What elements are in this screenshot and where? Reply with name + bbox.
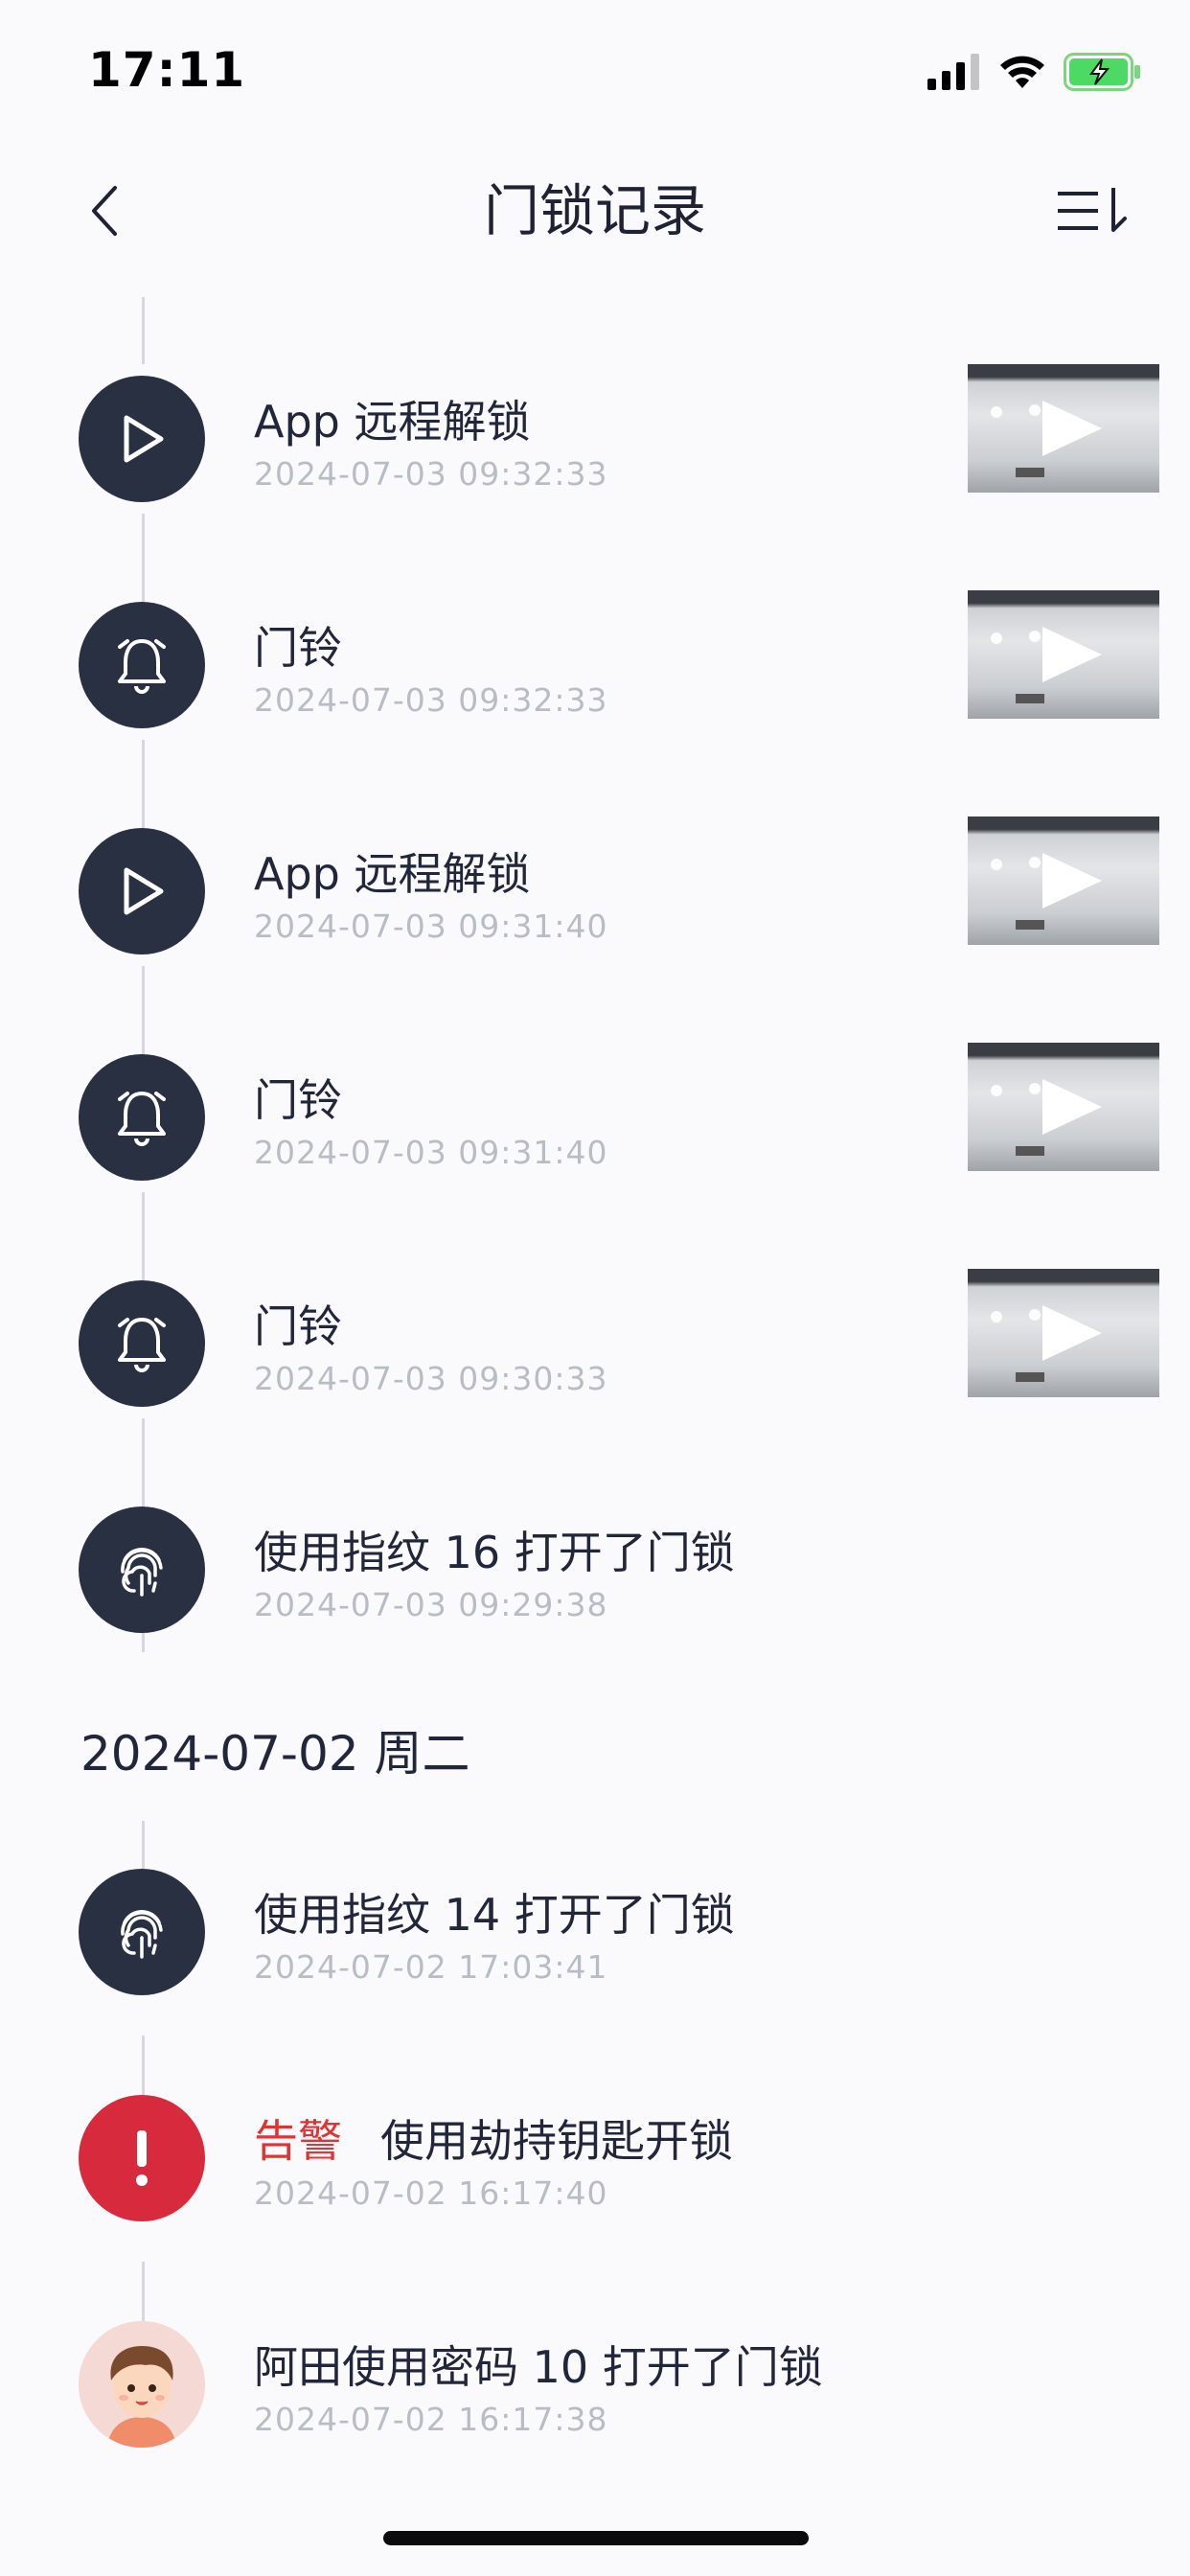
alert-label: 告警 [254,2115,342,2167]
wifi-icon [1000,56,1044,88]
record-title: 门铃 [254,1074,342,1126]
list-item[interactable]: 门铃 2024-07-03 09:32:33 [0,514,1190,740]
sort-icon [1058,188,1127,232]
record-time: 2024-07-03 09:31:40 [254,908,608,945]
alert-icon [136,2130,148,2186]
record-icon [79,2095,205,2221]
bell-icon [118,639,166,694]
page-title: 门锁记录 [483,178,706,243]
list-item[interactable]: App 远程解锁 2024-07-03 09:31:40 [0,740,1190,966]
play-overlay-icon [991,853,1102,930]
timeline-line [142,740,145,828]
record-time: 2024-07-02 16:17:40 [254,2174,608,2212]
home-indicator [383,2531,809,2545]
timeline-line [142,514,145,602]
record-title: 告警 使用劫持钥匙开锁 [254,2114,733,2168]
record-title: 门铃 [254,1300,342,1352]
list-item[interactable]: 门铃 2024-07-03 09:31:40 [0,966,1190,1192]
record-icon [79,1869,205,1995]
status-time: 17:11 [88,42,246,98]
timeline-line [142,1821,145,1869]
timeline-line [142,297,145,364]
record-title: 阿田使用密码 10 打开了门锁 [254,2341,823,2393]
list-item[interactable]: 使用指纹 16 打开了门锁 2024-07-03 09:29:38 [0,1418,1190,1652]
play-icon [124,415,164,463]
timeline-line [142,966,145,1054]
video-thumbnail[interactable] [968,364,1159,493]
record-time: 2024-07-02 17:03:41 [254,1948,608,1986]
record-icon [79,1054,205,1181]
record-icon [79,602,205,728]
list-item[interactable]: 阿田使用密码 10 打开了门锁 2024-07-02 16:17:38 [0,2273,1190,2499]
record-time: 2024-07-03 09:31:40 [254,1134,608,1171]
record-icon [79,376,205,502]
avatar-boy-icon [79,2321,205,2448]
record-icon [79,1280,205,1407]
date-header: 2024-07-02 周二 [80,1726,470,1782]
list-item[interactable]: 门铃 2024-07-03 09:30:33 [0,1192,1190,1418]
record-time: 2024-07-03 09:30:33 [254,1360,608,1397]
timeline-line [142,1633,145,1652]
signal-icon [927,54,979,90]
bell-icon [118,1092,166,1146]
play-overlay-icon [991,401,1102,477]
status-bar: 17:11 [0,0,1190,144]
play-overlay-icon [991,627,1102,703]
video-thumbnail[interactable] [968,1269,1159,1397]
record-icon [79,828,205,954]
record-time: 2024-07-03 09:29:38 [254,1586,608,1623]
timeline-line [142,1418,145,1506]
record-title: 门铃 [254,622,342,674]
sort-button[interactable] [1046,172,1142,249]
record-time: 2024-07-03 09:32:33 [254,455,608,493]
fingerprint-icon [121,1548,163,1597]
list-item[interactable]: 使用指纹 14 打开了门锁 2024-07-02 17:03:41 [0,1821,1190,2064]
record-time: 2024-07-03 09:32:33 [254,681,608,719]
nav-bar: 门锁记录 [0,144,1190,278]
record-title: App 远程解锁 [254,396,531,448]
fingerprint-icon [121,1910,163,1959]
record-title: 使用指纹 16 打开了门锁 [254,1527,735,1578]
record-icon [79,1506,205,1633]
play-overlay-icon [991,1079,1102,1156]
list-item[interactable]: App 远程解锁 2024-07-03 09:32:33 [0,288,1190,514]
avatar [79,2321,205,2448]
list-item[interactable]: 告警 使用劫持钥匙开锁 2024-07-02 16:17:40 [0,2047,1190,2290]
play-icon [124,867,164,915]
timeline-line [142,1192,145,1280]
status-icons [927,48,1142,96]
record-title: 使用指纹 14 打开了门锁 [254,1889,735,1941]
timeline-line [142,2047,145,2095]
bell-icon [118,1318,166,1372]
video-thumbnail[interactable] [968,590,1159,719]
timeline-line [142,2273,145,2321]
play-overlay-icon [991,1305,1102,1382]
record-time: 2024-07-02 16:17:38 [254,2401,608,2438]
video-thumbnail[interactable] [968,816,1159,945]
record-title-text: 使用劫持钥匙开锁 [380,2115,733,2167]
video-thumbnail[interactable] [968,1043,1159,1171]
record-title: App 远程解锁 [254,848,531,900]
battery-icon [1064,53,1140,91]
